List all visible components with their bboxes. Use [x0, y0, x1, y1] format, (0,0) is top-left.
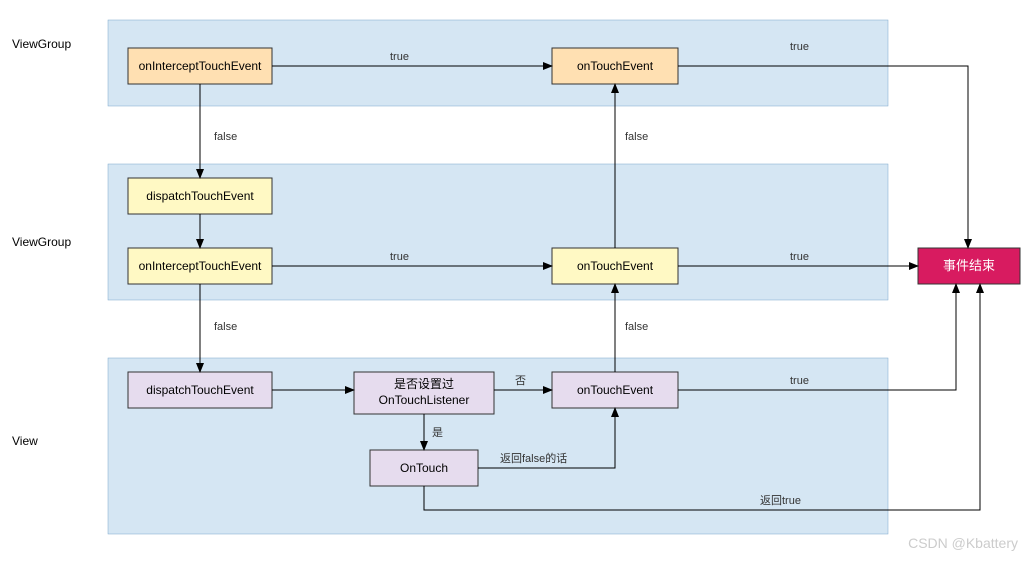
svg-text:false: false [625, 321, 648, 333]
svg-text:true: true [790, 251, 809, 263]
svg-text:true: true [390, 251, 409, 263]
svg-text:OnTouchListener: OnTouchListener [379, 393, 470, 407]
lane-label-2: ViewGroup [12, 235, 71, 249]
svg-text:dispatchTouchEvent: dispatchTouchEvent [146, 189, 254, 203]
svg-text:true: true [790, 41, 809, 53]
lane-label-1: ViewGroup [12, 37, 71, 51]
svg-text:OnTouch: OnTouch [400, 461, 448, 475]
watermark: CSDN @Kbattery [908, 535, 1018, 551]
flow-diagram: ViewGroup ViewGroup View onInterceptTouc… [0, 0, 1031, 561]
svg-text:false: false [625, 131, 648, 143]
svg-text:onTouchEvent: onTouchEvent [577, 259, 654, 273]
svg-text:false: false [214, 321, 237, 333]
svg-text:onInterceptTouchEvent: onInterceptTouchEvent [139, 59, 262, 73]
svg-text:false: false [214, 131, 237, 143]
svg-text:onTouchEvent: onTouchEvent [577, 59, 654, 73]
svg-text:否: 否 [515, 375, 526, 387]
svg-text:是: 是 [432, 426, 443, 439]
svg-text:是否设置过: 是否设置过 [394, 377, 454, 391]
svg-text:true: true [390, 51, 409, 63]
lane-label-3: View [12, 434, 38, 448]
svg-text:事件结束: 事件结束 [943, 258, 995, 273]
svg-text:返回false的话: 返回false的话 [500, 451, 567, 465]
svg-text:返回true: 返回true [760, 494, 801, 507]
svg-text:true: true [790, 375, 809, 387]
svg-text:onTouchEvent: onTouchEvent [577, 383, 654, 397]
svg-text:onInterceptTouchEvent: onInterceptTouchEvent [139, 259, 262, 273]
svg-text:dispatchTouchEvent: dispatchTouchEvent [146, 383, 254, 397]
